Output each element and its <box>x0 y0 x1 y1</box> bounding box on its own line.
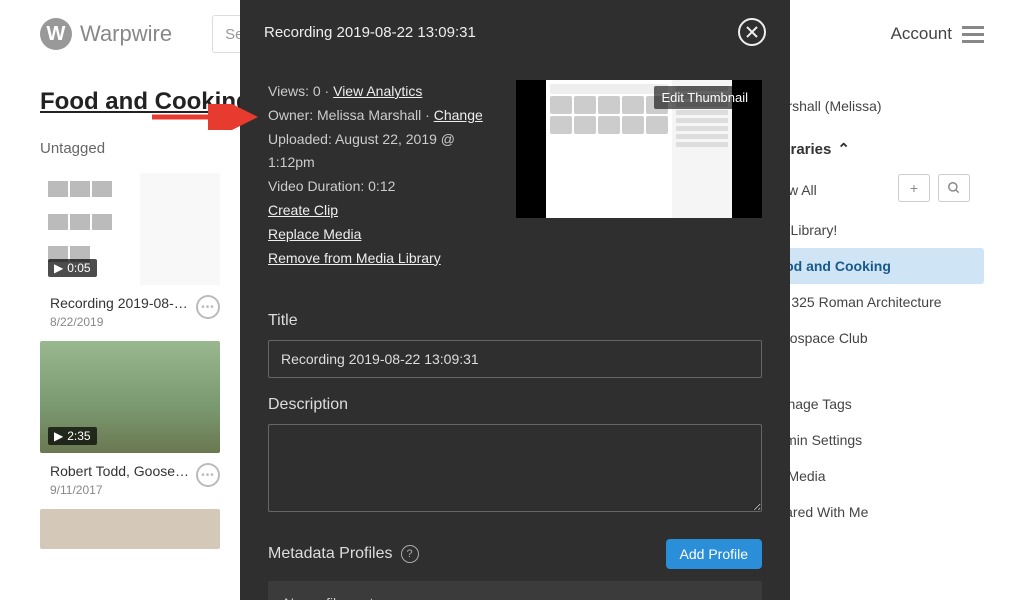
modal-title: Recording 2019-08-22 13:09:31 <box>264 24 476 41</box>
media-card[interactable]: ▶ 0:05 Recording 2019-08-… 8/22/2019 ••• <box>40 173 220 329</box>
more-icon[interactable]: ••• <box>196 295 220 319</box>
media-title: Robert Todd, Goose… <box>50 463 189 479</box>
profiles-label: Metadata Profiles <box>268 545 393 563</box>
uploaded-text: Uploaded: August 22, 2019 @ 1:12pm <box>268 128 492 176</box>
title-input[interactable] <box>268 340 762 378</box>
account-menu[interactable]: Account <box>891 24 984 44</box>
duration-badge: ▶ 0:05 <box>48 259 97 277</box>
media-thumbnail[interactable]: ▶ 0:05 <box>40 173 220 285</box>
title-label: Title <box>268 312 762 330</box>
add-library-button[interactable]: + <box>898 174 930 202</box>
no-profiles-message: No profiles set. <box>268 581 762 600</box>
view-analytics-link[interactable]: View Analytics <box>333 83 422 99</box>
help-icon[interactable]: ? <box>401 545 419 563</box>
media-card[interactable]: ▶ 2:35 Robert Todd, Goose… 9/11/2017 ••• <box>40 341 220 497</box>
duration-text: Video Duration: 0:12 <box>268 175 492 199</box>
media-date: 9/11/2017 <box>50 483 189 497</box>
description-label: Description <box>268 396 762 414</box>
media-date: 8/22/2019 <box>50 315 188 329</box>
chevron-up-icon: ⌃ <box>837 140 850 158</box>
remove-media-link[interactable]: Remove from Media Library <box>268 250 441 266</box>
media-thumbnail[interactable]: ▶ 2:35 <box>40 341 220 453</box>
search-library-button[interactable] <box>938 174 970 202</box>
media-details-modal: Recording 2019-08-22 13:09:31 Views: 0 ·… <box>240 0 790 600</box>
warpwire-icon: W <box>40 18 72 50</box>
media-card[interactable] <box>40 509 220 549</box>
replace-media-link[interactable]: Replace Media <box>268 226 361 242</box>
thumbnail-preview[interactable]: Edit Thumbnail <box>516 80 762 218</box>
close-button[interactable] <box>738 18 766 46</box>
brand-name: Warpwire <box>80 21 172 47</box>
create-clip-link[interactable]: Create Clip <box>268 202 338 218</box>
close-icon <box>745 25 759 39</box>
description-input[interactable] <box>268 424 762 512</box>
brand-logo[interactable]: W Warpwire <box>40 18 172 50</box>
media-thumbnail[interactable] <box>40 509 220 549</box>
account-label: Account <box>891 24 952 44</box>
more-icon[interactable]: ••• <box>196 463 220 487</box>
add-profile-button[interactable]: Add Profile <box>666 539 762 569</box>
media-info: Views: 0 · View Analytics Owner: Melissa… <box>268 80 492 270</box>
edit-thumbnail-button[interactable]: Edit Thumbnail <box>654 86 756 109</box>
menu-icon <box>962 26 984 43</box>
change-owner-link[interactable]: Change <box>434 107 483 123</box>
duration-badge: ▶ 2:35 <box>48 427 97 445</box>
media-title: Recording 2019-08-… <box>50 295 188 311</box>
